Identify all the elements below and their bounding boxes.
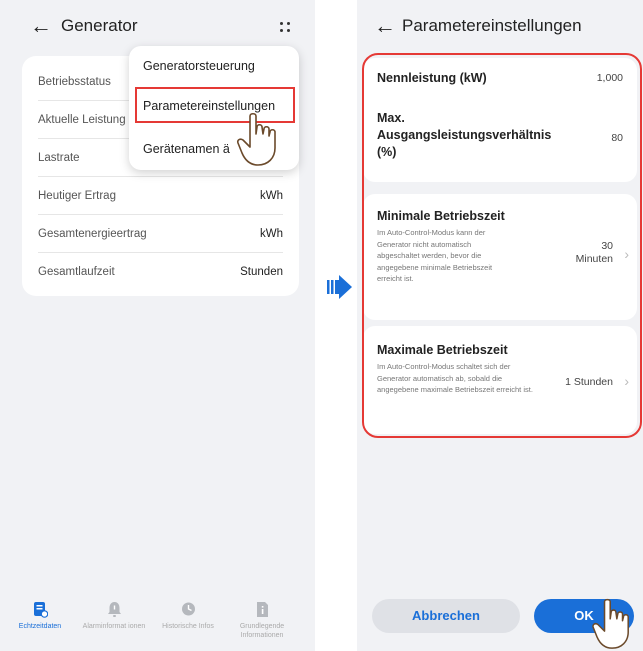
tab-historische-infos[interactable]: Historische Infos — [153, 601, 223, 631]
status-row: Gesamtlaufzeit Stunden — [38, 254, 283, 290]
tab-label: Alarminformat ionen — [82, 623, 146, 630]
tab-label: Historische Infos — [162, 623, 214, 630]
generator-screen: ← Generator Betriebsstatus Aktuelle Leis… — [0, 0, 315, 651]
app-bar: ← Parametereinstellungen — [357, 10, 643, 46]
status-value: kWh — [260, 228, 283, 240]
info-document-icon — [256, 602, 268, 617]
more-options-icon[interactable] — [278, 20, 292, 34]
pointing-hand-icon — [592, 598, 629, 649]
tab-grundlegende-informationen[interactable]: Grundlegende Informationen — [227, 601, 297, 640]
tab-echtzeitdaten[interactable]: Echtzeitdaten — [5, 601, 75, 631]
status-value: kWh — [260, 190, 283, 202]
menu-item-generatorsteuerung[interactable]: Generatorsteuerung — [143, 59, 255, 73]
back-arrow-icon[interactable]: ← — [374, 14, 396, 38]
tab-label: Grundlegende Informationen — [239, 623, 285, 639]
bottom-tab-bar: Echtzeitdaten Alarminformat ionen Histor… — [0, 591, 315, 651]
cancel-button[interactable]: Abbrechen — [372, 599, 520, 633]
alarm-bell-icon — [107, 602, 121, 617]
status-row: Heutiger Ertrag kWh — [38, 178, 283, 215]
status-row: Gesamtenergieertrag kWh — [38, 216, 283, 253]
status-label: Lastrate — [38, 152, 80, 164]
history-icon — [181, 602, 195, 616]
pointing-hand-icon — [237, 112, 276, 166]
status-label: Gesamtenergieertrag — [38, 228, 147, 240]
status-label: Betriebsstatus — [38, 76, 111, 88]
page-title: Parametereinstellungen — [402, 16, 582, 35]
status-label: Gesamtlaufzeit — [38, 266, 115, 278]
tab-label: Echtzeitdaten — [18, 623, 62, 630]
status-label: Aktuelle Leistung — [38, 114, 126, 126]
status-label: Heutiger Ertrag — [38, 190, 116, 202]
menu-item-geraetenamen[interactable]: Gerätenamen ä — [143, 142, 230, 156]
app-bar: ← Generator — [0, 10, 315, 46]
status-value: Stunden — [240, 266, 283, 278]
arrow-right-icon — [327, 275, 352, 299]
back-arrow-icon[interactable]: ← — [30, 14, 52, 38]
highlight-frame — [362, 53, 642, 438]
realtime-data-icon — [33, 602, 48, 618]
tab-alarminformationen[interactable]: Alarminformat ionen — [79, 601, 149, 631]
page-title: Generator — [61, 16, 138, 35]
